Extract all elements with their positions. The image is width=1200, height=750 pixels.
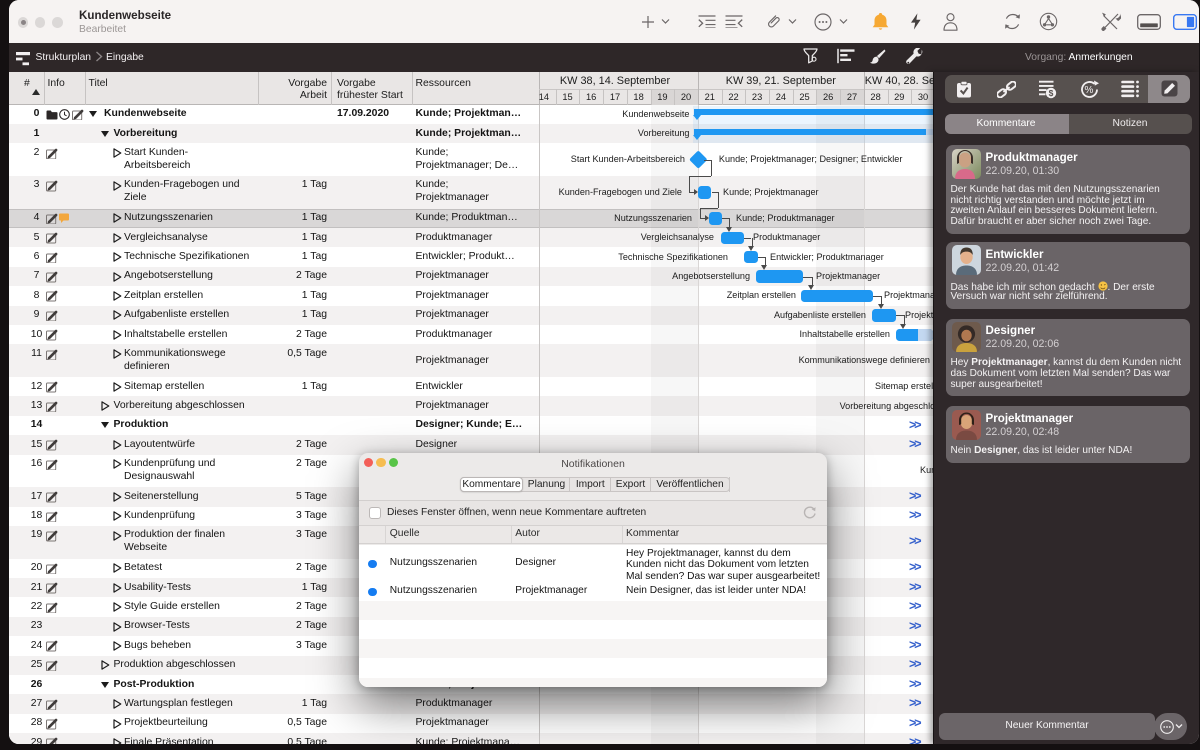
svg-text:$: $ <box>1049 88 1054 98</box>
svg-text:%: % <box>1085 85 1094 96</box>
